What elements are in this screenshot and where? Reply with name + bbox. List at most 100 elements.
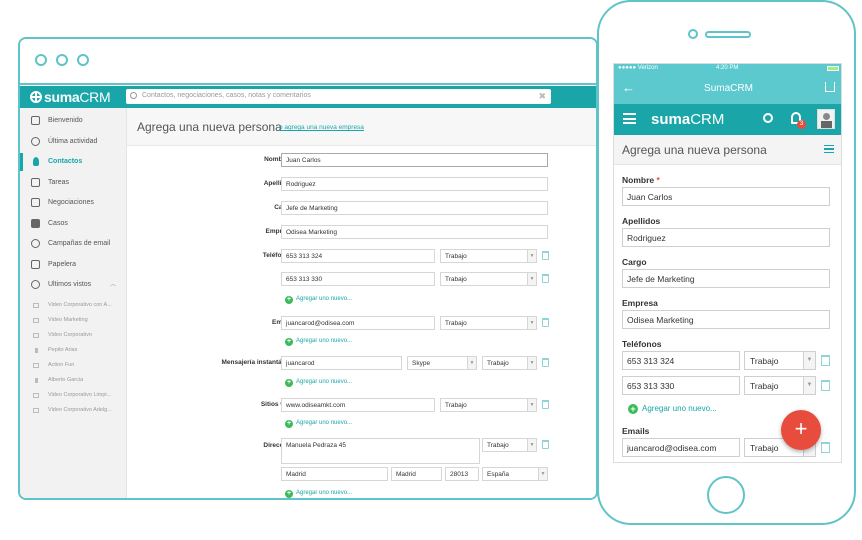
trash-icon[interactable] — [821, 442, 830, 453]
brand-suffix: CRM — [690, 111, 725, 128]
video-icon — [33, 318, 39, 323]
select-value: Trabajo — [750, 381, 779, 391]
address-type-select[interactable]: Trabajo ▼ — [482, 438, 537, 452]
page-title: Agrega una nueva persona — [137, 120, 282, 134]
apellidos-field[interactable]: Rodriguez — [281, 177, 548, 191]
recent-item[interactable]: Video Corporativo Limpi... — [20, 392, 127, 398]
empresa-field[interactable]: Odisea Marketing — [622, 310, 830, 329]
email-type-select[interactable]: Trabajo ▼ — [440, 316, 537, 330]
sidebar-item-ultimos-vistos[interactable]: Ultimos vistos ︿ — [20, 276, 127, 294]
speaker-icon — [705, 31, 751, 38]
trash-icon[interactable] — [542, 358, 549, 367]
im-service-select[interactable]: Skype ▼ — [407, 356, 477, 370]
phone-type-select[interactable]: Trabajo ▼ — [440, 249, 537, 263]
recent-item[interactable]: Pepito Arias — [20, 347, 127, 353]
battery-icon — [827, 66, 839, 71]
city-field[interactable]: Madrid — [281, 467, 388, 481]
sidebar-item-contactos[interactable]: Contactos — [20, 153, 127, 171]
window-dot-icon[interactable] — [77, 54, 89, 66]
street-field[interactable]: Manuela Pedraza 45 — [281, 438, 480, 464]
share-icon[interactable] — [825, 82, 835, 92]
sidebar-item-casos[interactable]: Casos — [20, 215, 127, 233]
browser-chrome — [20, 39, 596, 85]
video-icon — [33, 303, 39, 308]
zip-field[interactable]: 28013 — [445, 467, 479, 481]
trash-icon — [31, 260, 40, 269]
add-address-button[interactable]: + Agregar uno nuevo... — [285, 490, 352, 498]
add-label: Agregar uno nuevo... — [296, 420, 353, 426]
trash-icon[interactable] — [821, 355, 830, 366]
sidebar-item-bienvenido[interactable]: Bienvenido — [20, 112, 127, 130]
nombre-field[interactable]: Juan Carlos — [281, 153, 548, 167]
phone-type-select[interactable]: Trabajo ▼ — [744, 351, 816, 370]
apellidos-field[interactable]: Rodriguez — [622, 228, 830, 247]
nombre-field[interactable]: Juan Carlos — [622, 187, 830, 206]
sidebar-item-campanas[interactable]: Campañas de email — [20, 235, 127, 253]
plus-icon: + — [285, 379, 293, 387]
menu-icon[interactable] — [623, 113, 636, 124]
trash-icon[interactable] — [542, 318, 549, 327]
add-phone-button[interactable]: + Agregar uno nuevo... — [285, 296, 352, 304]
search-placeholder: Contactos, negociaciones, casos, notas y… — [142, 92, 311, 99]
cargo-field[interactable]: Jefe de Marketing — [281, 201, 548, 215]
im-type-select[interactable]: Trabajo ▼ — [482, 356, 537, 370]
phone-device: ●●●●● Verizon 4:20 PM ← SumaCRM sumaCRM … — [597, 0, 856, 525]
recent-item[interactable]: Action Fun — [20, 362, 127, 368]
trash-icon[interactable] — [542, 274, 549, 283]
sidebar-item-negociaciones[interactable]: Negociaciones — [20, 194, 127, 212]
add-fab-button[interactable]: + — [781, 410, 821, 450]
search-icon[interactable] — [763, 113, 773, 123]
trash-icon[interactable] — [542, 440, 549, 449]
recent-item[interactable]: Video Corporativo Adelg... — [20, 407, 127, 413]
chevron-up-icon[interactable]: ︿ — [110, 279, 116, 288]
add-phone-button[interactable]: + Agregar uno nuevo... — [628, 404, 717, 414]
window-dot-icon[interactable] — [35, 54, 47, 66]
sidebar-item-ultima-actividad[interactable]: Última actividad — [20, 133, 127, 151]
brand-logo[interactable]: sumaCRM — [30, 89, 111, 105]
email-field[interactable]: juancarod@odisea.com — [281, 316, 435, 330]
province-field[interactable]: Madrid — [391, 467, 442, 481]
cargo-field[interactable]: Jefe de Marketing — [622, 269, 830, 288]
phone-field[interactable]: 653 313 324 — [281, 249, 435, 263]
phone-field[interactable]: 653 313 330 — [281, 272, 435, 286]
app-topbar: sumaCRM Contactos, negociaciones, casos,… — [20, 86, 596, 108]
empresa-field[interactable]: Odisea Marketing — [281, 225, 548, 239]
phone-field[interactable]: 653 313 330 — [622, 376, 740, 395]
email-field[interactable]: juancarod@odisea.com — [622, 438, 740, 457]
add-im-button[interactable]: + Agregar uno nuevo... — [285, 379, 352, 387]
trash-icon[interactable] — [821, 380, 830, 391]
trash-icon[interactable] — [542, 400, 549, 409]
list-icon[interactable] — [824, 145, 834, 153]
add-email-button[interactable]: + Agregar uno nuevo... — [285, 338, 352, 346]
sidebar-item-label: Contactos — [48, 158, 83, 165]
add-label: Agregar uno nuevo... — [296, 490, 353, 496]
phone-type-select[interactable]: Trabajo ▼ — [440, 272, 537, 286]
form-header: Agrega una nueva persona — [614, 135, 841, 165]
phone-type-select[interactable]: Trabajo ▼ — [744, 376, 816, 395]
website-field[interactable]: www.odiseamkt.com — [281, 398, 435, 412]
add-company-link[interactable]: o agrega una nueva empresa — [279, 124, 364, 131]
add-website-button[interactable]: + Agregar uno nuevo... — [285, 420, 352, 428]
sidebar-item-tareas[interactable]: Tareas — [20, 174, 127, 192]
sidebar-item-label: Ultimos vistos — [48, 281, 92, 288]
phone-field[interactable]: 653 313 324 — [622, 351, 740, 370]
sidebar: Bienvenido Última actividad Contactos Ta… — [20, 108, 127, 498]
brand-logo[interactable]: sumaCRM — [651, 111, 724, 128]
website-type-select[interactable]: Trabajo ▼ — [440, 398, 537, 412]
chevron-down-icon: ▼ — [527, 317, 536, 329]
chevron-down-icon: ▼ — [467, 357, 476, 369]
brand-name: suma — [44, 89, 80, 105]
recent-item[interactable]: Video Marketing — [20, 317, 127, 323]
sidebar-item-papelera[interactable]: Papelera — [20, 256, 127, 274]
home-button[interactable] — [707, 476, 745, 514]
avatar[interactable] — [817, 109, 835, 129]
recent-item[interactable]: Alberto Garcia — [20, 377, 127, 383]
clear-search-icon[interactable]: ✖ — [538, 91, 546, 102]
trash-icon[interactable] — [542, 251, 549, 260]
search-input[interactable]: Contactos, negociaciones, casos, notas y… — [126, 89, 551, 104]
recent-item[interactable]: Video Corporativo con A... — [20, 302, 127, 308]
window-dot-icon[interactable] — [56, 54, 68, 66]
country-select[interactable]: España ▼ — [482, 467, 548, 481]
recent-item[interactable]: Video Corporativo — [20, 332, 127, 338]
im-field[interactable]: juancarod — [281, 356, 402, 370]
